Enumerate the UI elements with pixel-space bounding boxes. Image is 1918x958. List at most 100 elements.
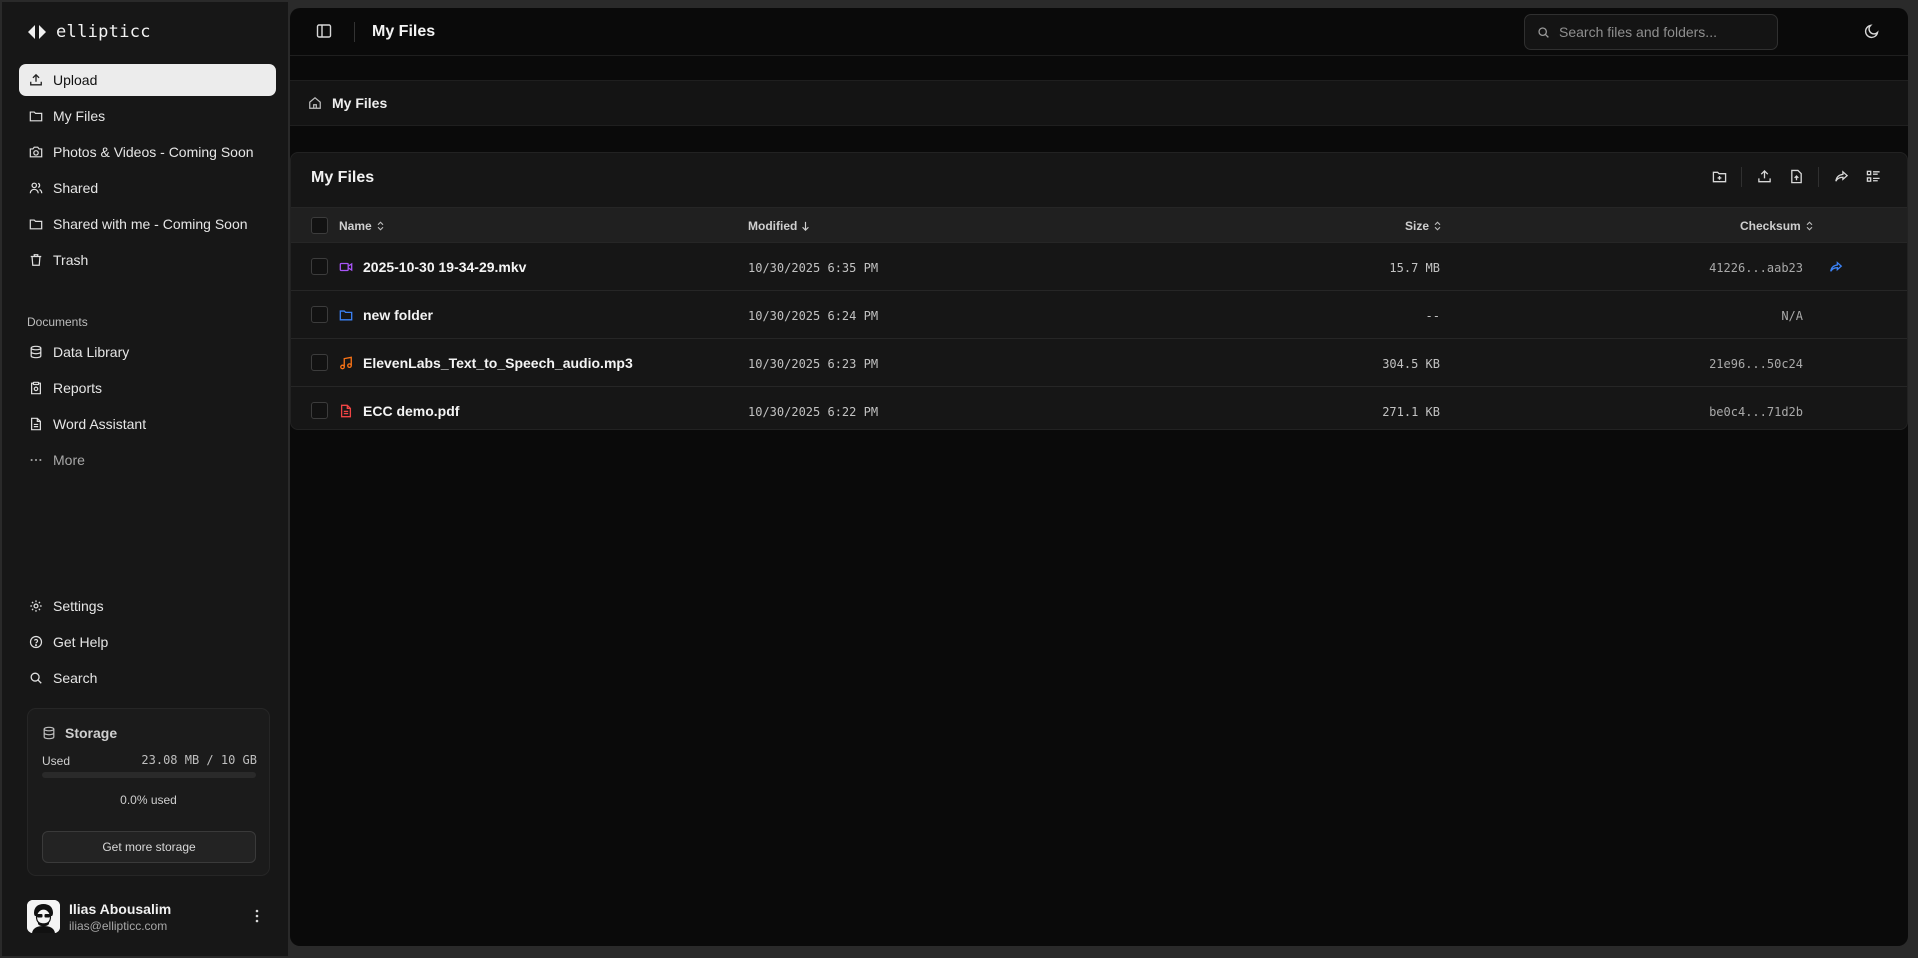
sidebar-item-data-library[interactable]: Data Library [19, 336, 276, 368]
user-email: ilias@ellipticc.com [69, 919, 168, 933]
breadcrumb-item-my-files[interactable]: My Files [332, 95, 387, 111]
table-header: Name Modified Size Checksum [291, 207, 1907, 243]
file-checksum: 41226...aab23 [1709, 261, 1803, 275]
file-checksum: N/A [1781, 309, 1803, 323]
sidebar-item-label: Get Help [53, 634, 109, 650]
top-bar: My Files [290, 8, 1908, 56]
storage-progress-bar [42, 772, 256, 778]
storage-card: Storage Used 23.08 MB / 10 GB 0.0% used … [27, 708, 270, 876]
row-checkbox[interactable] [311, 402, 328, 419]
column-modified-label: Modified [748, 219, 798, 233]
page-title: My Files [372, 23, 436, 40]
table-row[interactable]: ECC demo.pdf 10/30/2025 6:22 PM 271.1 KB… [291, 387, 1907, 435]
storage-used-value: 23.08 MB / 10 GB [141, 753, 257, 767]
footer-nav: Settings Get Help Search [19, 590, 276, 698]
user-profile[interactable]: Ilias Abousalim ilias@ellipticc.com [27, 898, 277, 938]
file-upload-icon [1790, 169, 1802, 183]
more-horizontal-icon [30, 458, 42, 462]
sidebar-item-reports[interactable]: Reports [19, 372, 276, 404]
sidebar-item-label: Shared [53, 180, 99, 196]
sidebar-item-label: Photos & Videos - Coming Soon [53, 144, 254, 160]
file-size: -- [1425, 309, 1440, 323]
home-icon[interactable] [308, 96, 322, 110]
sort-icon [1806, 221, 1813, 231]
column-header-checksum[interactable]: Checksum [1740, 219, 1814, 233]
upload-button[interactable] [1755, 167, 1773, 185]
sidebar-item-shared-with-me[interactable]: Shared with me - Coming Soon [19, 208, 276, 240]
brand[interactable]: ellipticc [28, 22, 151, 42]
sidebar-item-label: Word Assistant [53, 416, 147, 432]
pdf-file-icon [340, 404, 352, 418]
file-modified: 10/30/2025 6:23 PM [748, 357, 879, 371]
sidebar-item-my-files[interactable]: My Files [19, 100, 276, 132]
sidebar-item-get-help[interactable]: Get Help [19, 626, 276, 658]
upload-icon [1757, 169, 1771, 182]
upload-icon [30, 73, 42, 86]
moon-icon[interactable] [1864, 23, 1880, 39]
new-folder-button[interactable] [1710, 167, 1728, 185]
sidebar-item-label: Shared with me - Coming Soon [53, 216, 248, 232]
search-input[interactable] [1559, 24, 1769, 40]
storage-percent-text: 0.0% used [120, 793, 177, 807]
row-checkbox[interactable] [311, 258, 328, 275]
row-checkbox[interactable] [311, 354, 328, 371]
logo-icon [28, 25, 46, 39]
toolbar-divider [1741, 167, 1742, 187]
column-name-label: Name [339, 219, 372, 233]
column-header-size[interactable]: Size [1405, 219, 1442, 233]
folder-icon [29, 111, 43, 122]
sort-desc-icon [802, 221, 810, 231]
get-more-storage-button[interactable]: Get more storage [42, 831, 256, 863]
sidebar-item-photos-videos[interactable]: Photos & Videos - Coming Soon [19, 136, 276, 168]
sort-icon [377, 221, 384, 231]
main-nav: Upload My Files Photos & Videos - Coming… [19, 64, 276, 280]
column-header-modified[interactable]: Modified [748, 219, 810, 233]
search-icon [30, 672, 42, 684]
select-all-checkbox[interactable] [311, 217, 328, 234]
sort-icon [1434, 221, 1441, 231]
sidebar-item-trash[interactable]: Trash [19, 244, 276, 276]
file-name[interactable]: ElevenLabs_Text_to_Speech_audio.mp3 [363, 355, 633, 371]
trash-icon [30, 254, 42, 266]
sidebar-item-shared[interactable]: Shared [19, 172, 276, 204]
upload-file-button[interactable] [1787, 167, 1805, 185]
file-modified: 10/30/2025 6:22 PM [748, 405, 879, 419]
column-checksum-label: Checksum [1740, 219, 1801, 233]
database-icon [43, 726, 55, 740]
table-row[interactable]: 2025-10-30 19-34-29.mkv 10/30/2025 6:35 … [291, 243, 1907, 291]
row-checkbox[interactable] [311, 306, 328, 323]
file-name[interactable]: 2025-10-30 19-34-29.mkv [363, 259, 526, 275]
search-field[interactable] [1524, 14, 1778, 50]
app-name: ellipticc [56, 22, 151, 42]
camera-icon [29, 146, 43, 158]
storage-title: Storage [65, 725, 118, 741]
folder-plus-icon [1712, 171, 1726, 182]
sidebar-item-label: Settings [53, 598, 104, 614]
video-file-icon [339, 262, 353, 272]
sidebar-item-label: More [53, 452, 85, 468]
table-row[interactable]: new folder 10/30/2025 6:24 PM -- N/A [291, 291, 1907, 339]
file-name[interactable]: new folder [363, 307, 433, 323]
storage-header: Storage [42, 725, 117, 741]
sidebar-item-upload[interactable]: Upload [19, 64, 276, 96]
sidebar-item-settings[interactable]: Settings [19, 590, 276, 622]
sidebar-item-search[interactable]: Search [19, 662, 276, 694]
file-name[interactable]: ECC demo.pdf [363, 403, 459, 419]
file-size: 304.5 KB [1382, 357, 1440, 371]
view-options-button[interactable] [1864, 167, 1882, 185]
file-text-icon [31, 417, 41, 431]
sidebar-item-more[interactable]: More [19, 444, 276, 476]
file-checksum: be0c4...71d2b [1709, 405, 1803, 419]
database-icon [30, 345, 42, 359]
more-vertical-icon [255, 909, 259, 923]
share-button[interactable] [1832, 167, 1850, 185]
file-size: 271.1 KB [1382, 405, 1440, 419]
main-content: My Files My Files My Files [290, 8, 1908, 946]
sidebar-item-word-assistant[interactable]: Word Assistant [19, 408, 276, 440]
user-menu-button[interactable] [249, 906, 265, 926]
folder-icon [339, 310, 353, 321]
column-header-name[interactable]: Name [339, 219, 385, 233]
shared-icon[interactable] [1829, 260, 1843, 274]
sidebar-toggle-icon[interactable] [316, 23, 332, 39]
table-row[interactable]: ElevenLabs_Text_to_Speech_audio.mp3 10/3… [291, 339, 1907, 387]
